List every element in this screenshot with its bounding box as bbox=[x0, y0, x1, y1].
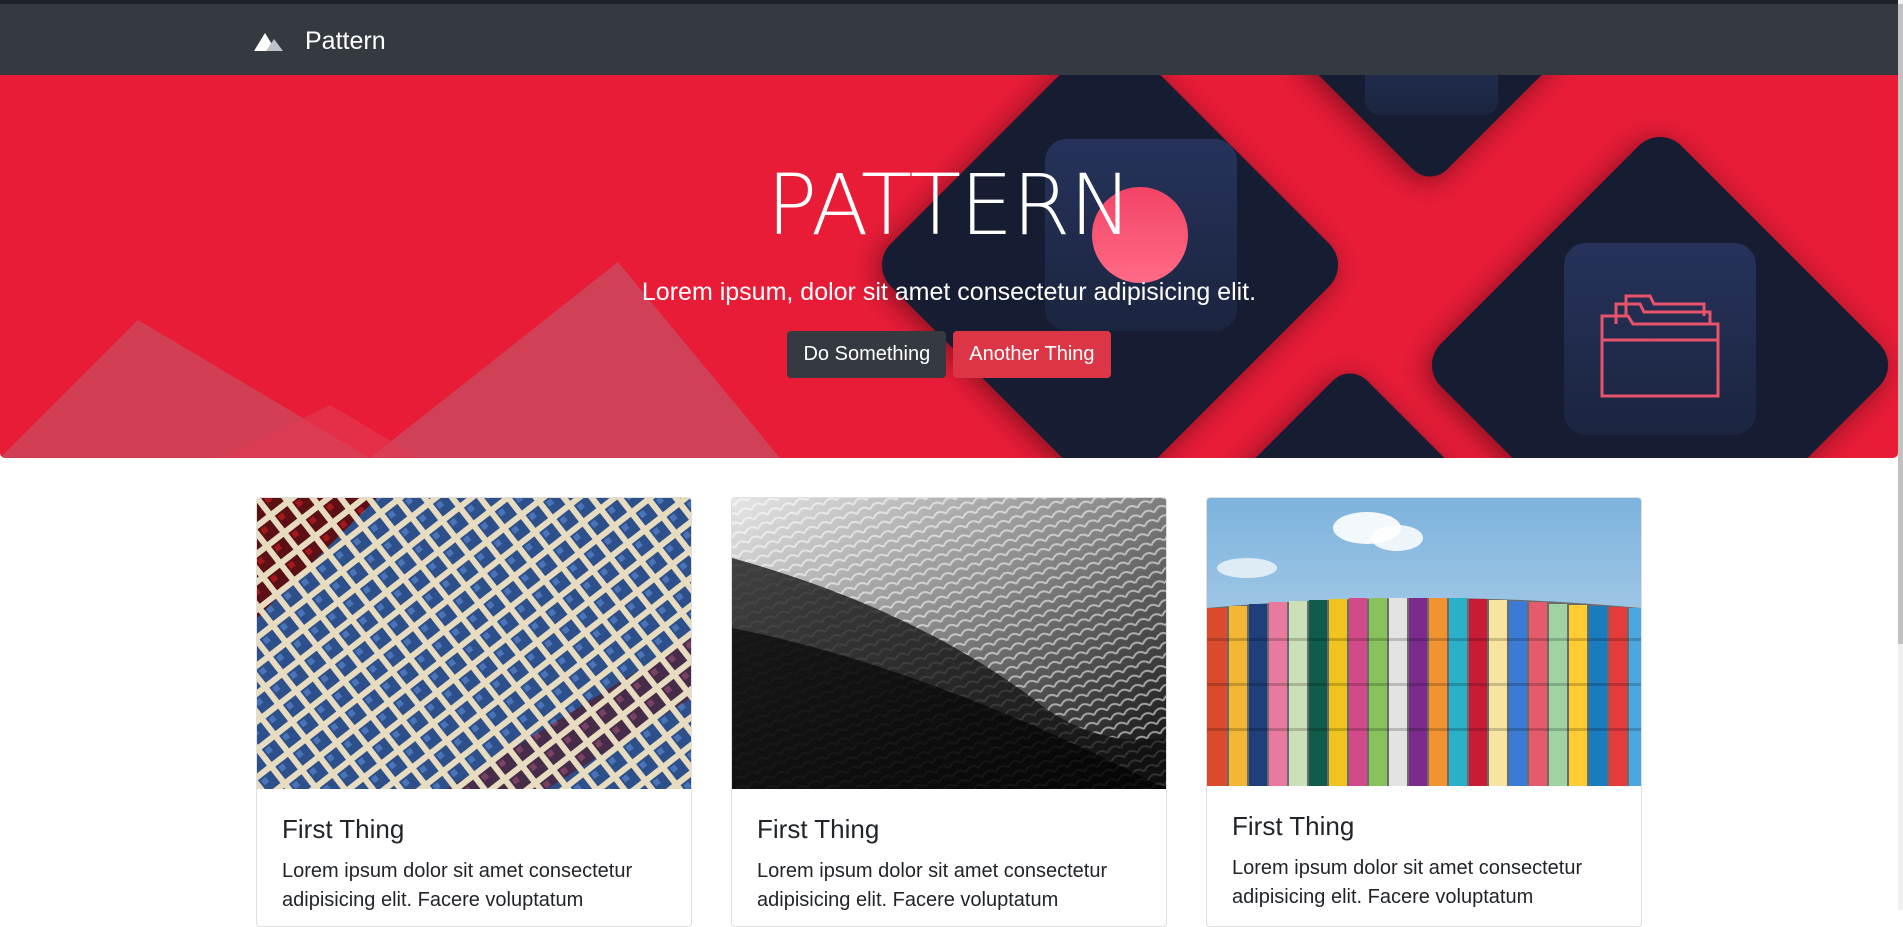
card[interactable]: First Thing Lorem ipsum dolor sit amet c… bbox=[731, 497, 1167, 927]
hero-content: PATTERN Lorem ipsum, dolor sit amet cons… bbox=[0, 75, 1898, 458]
card-image-colorful-building bbox=[1207, 498, 1641, 786]
hero-title: PATTERN bbox=[766, 156, 1133, 254]
card[interactable]: First Thing Lorem ipsum dolor sit amet c… bbox=[1206, 497, 1642, 927]
hero-banner: PATTERN Lorem ipsum, dolor sit amet cons… bbox=[0, 75, 1898, 458]
hero-buttons: Do Something Another Thing bbox=[0, 331, 1898, 378]
card-title: First Thing bbox=[282, 814, 405, 844]
card-image-building-windows bbox=[257, 498, 691, 789]
card-text: Lorem ipsum dolor sit amet consectetur a… bbox=[282, 860, 633, 911]
mountain-icon bbox=[254, 33, 283, 51]
hero-subtitle: Lorem ipsum, dolor sit amet consectetur … bbox=[641, 278, 1257, 306]
vertical-scrollbar[interactable] bbox=[1898, 0, 1903, 910]
card-text: Lorem ipsum dolor sit amet consectetur a… bbox=[1232, 857, 1583, 908]
another-thing-button[interactable]: Another Thing bbox=[953, 331, 1111, 378]
brand-name: Pattern bbox=[305, 26, 386, 55]
card-title: First Thing bbox=[757, 814, 880, 844]
card-image-curved-facade bbox=[732, 498, 1166, 789]
navbar-brand[interactable]: Pattern bbox=[254, 24, 386, 58]
navbar: Pattern bbox=[0, 4, 1898, 75]
card[interactable]: First Thing Lorem ipsum dolor sit amet c… bbox=[256, 497, 692, 927]
scrollbar-thumb[interactable] bbox=[1898, 4, 1903, 644]
do-something-button[interactable]: Do Something bbox=[787, 331, 947, 378]
card-title: First Thing bbox=[1232, 811, 1355, 841]
card-text: Lorem ipsum dolor sit amet consectetur a… bbox=[757, 860, 1108, 911]
